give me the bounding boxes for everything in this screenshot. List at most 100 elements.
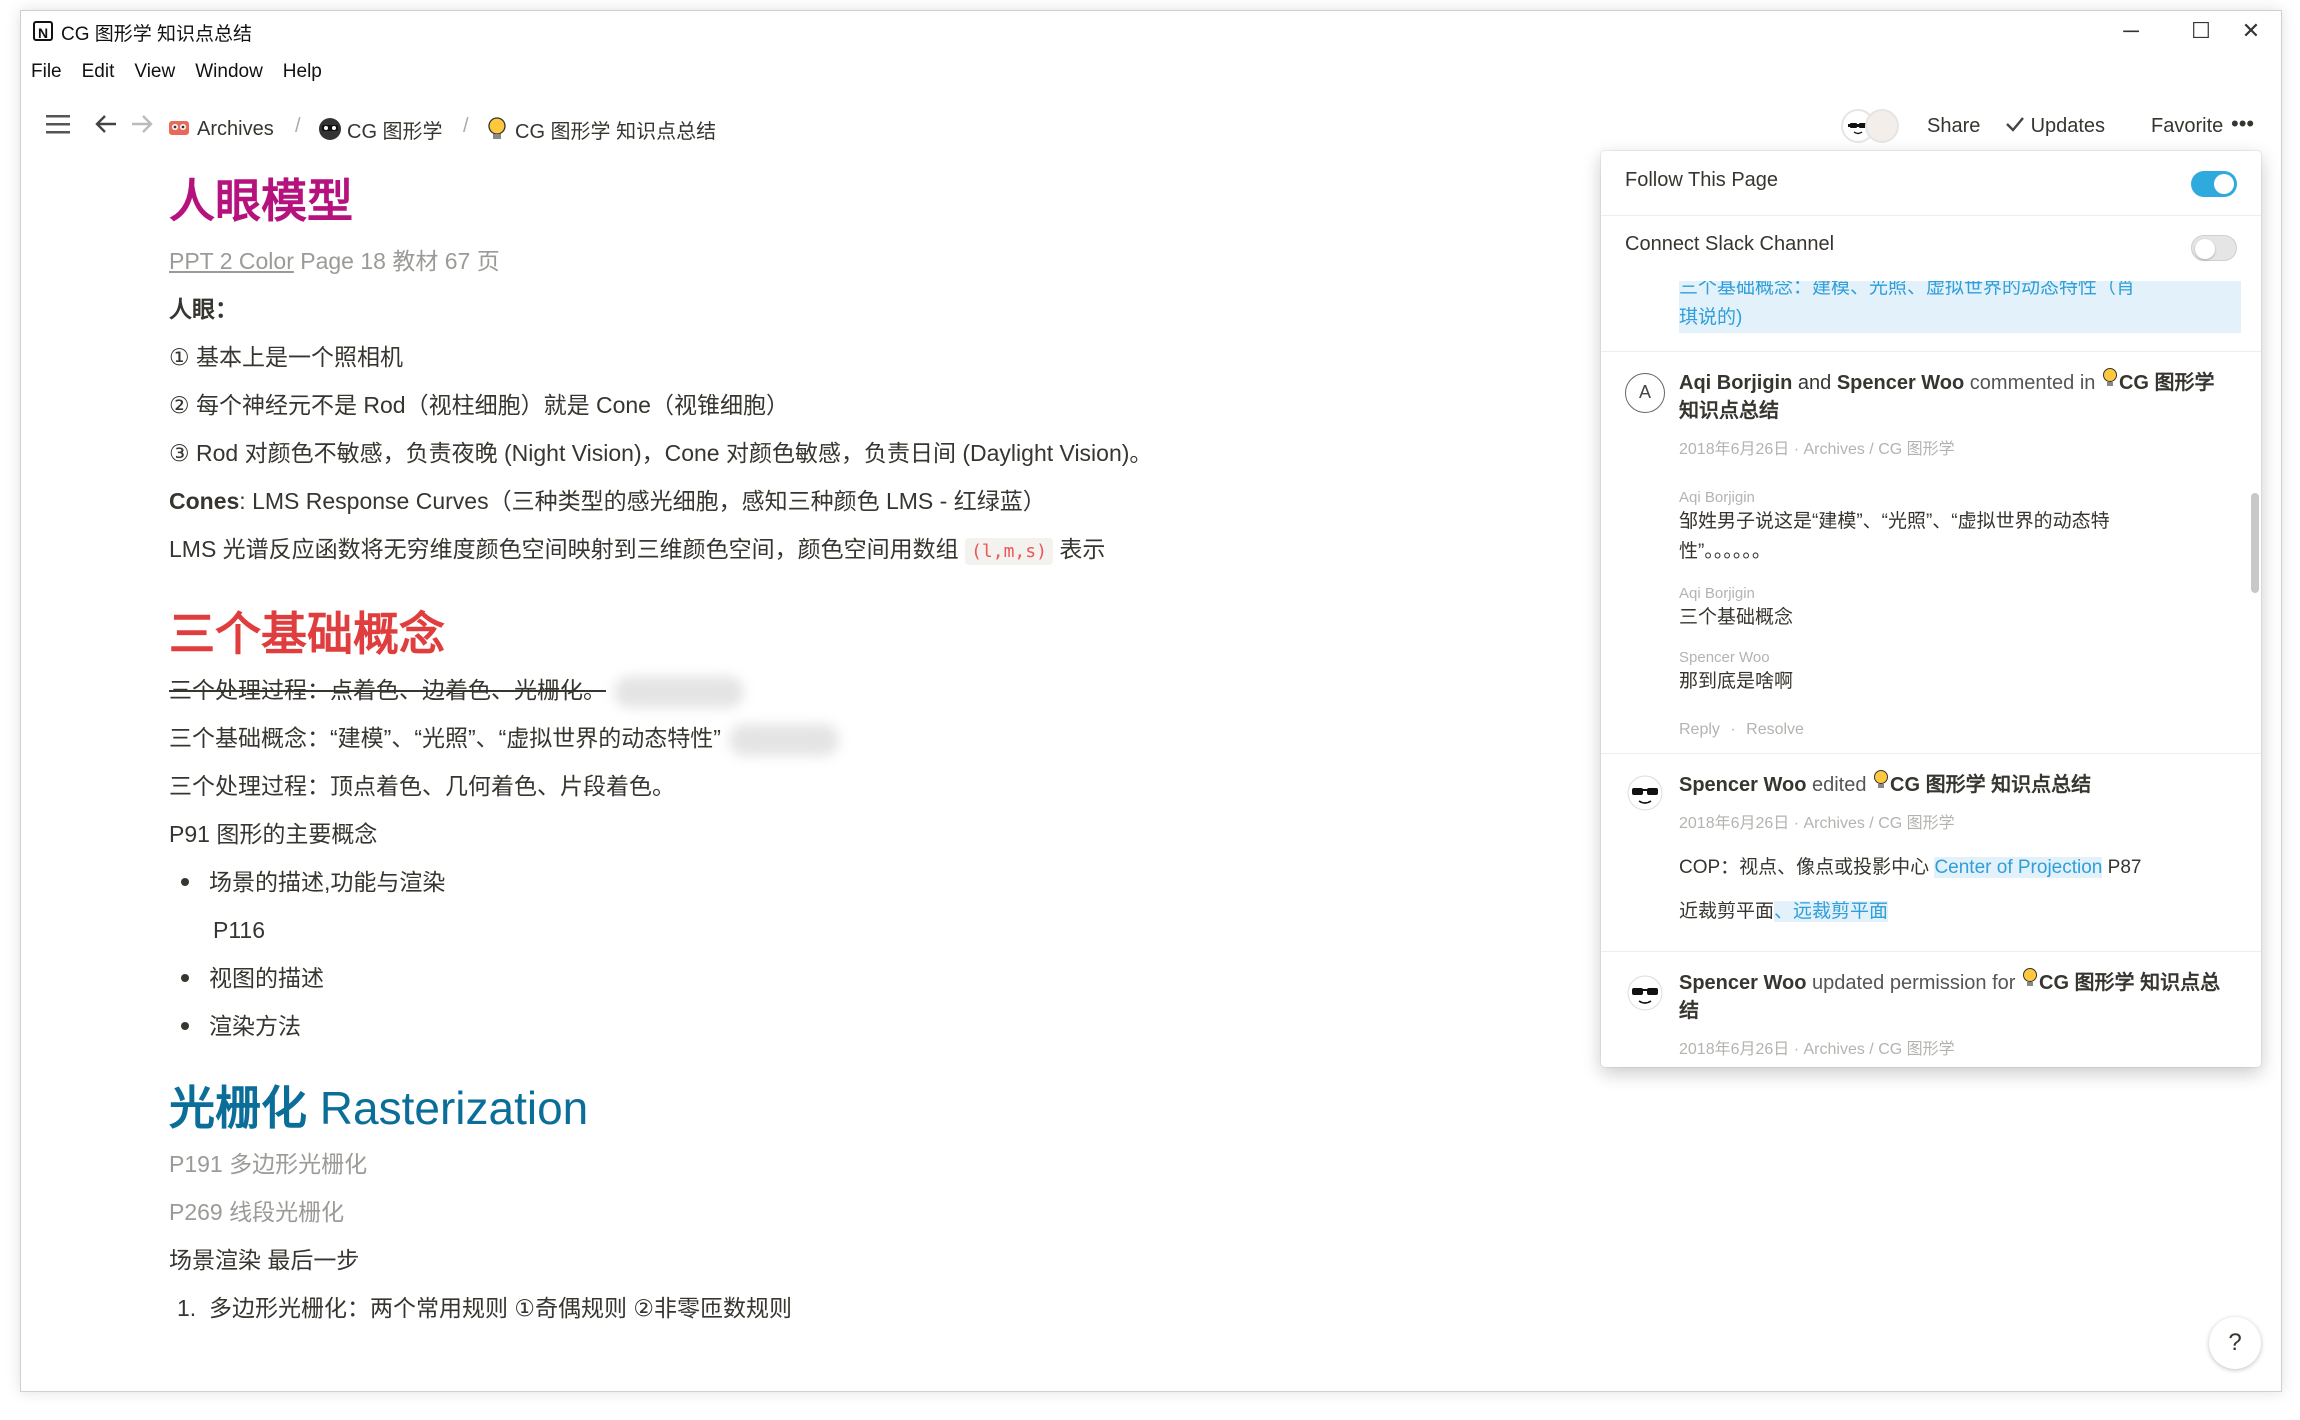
menu-file[interactable]: File — [31, 61, 62, 91]
user-name[interactable]: Aqi Borjigin — [1679, 372, 1792, 394]
feed-scrollbar[interactable] — [2251, 493, 2259, 593]
heading-raster-en: Rasterization — [307, 1082, 589, 1134]
breadcrumb-separator: / — [295, 115, 301, 137]
lms-tail: 表示 — [1052, 536, 1106, 562]
comment-author: Aqi Borjigin — [1679, 489, 1755, 506]
share-button[interactable]: Share — [1927, 115, 1980, 138]
inline-code: (l,m,s) — [965, 538, 1053, 565]
p116-line[interactable]: P116 — [169, 906, 1169, 954]
window-title: CG 图形学 知识点总结 — [61, 24, 253, 45]
concepts-line[interactable]: 三个基础概念：“建模”、“光照”、“虚拟世界的动态特性” — [169, 714, 1169, 762]
spencer-avatar-icon — [1625, 973, 1665, 1013]
entry-meta: 2018年6月26日 · Archives / CG 图形学 — [1679, 441, 1955, 458]
comment-author: Spencer Woo — [1679, 649, 1770, 666]
reference-line[interactable]: PPT 2 Color Page 18 教材 67 页 — [169, 237, 1169, 285]
more-options-icon[interactable]: ••• — [2231, 111, 2254, 137]
cones-rest: : LMS Response Curves（三种类型的感光细胞，感知三种颜色 L… — [239, 488, 1046, 514]
resolve-button[interactable]: Resolve — [1746, 721, 1804, 738]
cones-bold: Cones — [169, 488, 240, 514]
lightbulb-icon — [485, 116, 509, 140]
process-line[interactable]: 三个处理过程：顶点着色、几何着色、片段着色。 — [169, 762, 1169, 810]
forward-arrow-icon[interactable] — [125, 109, 159, 143]
heading-raster-cn: 光栅化 — [169, 1082, 307, 1134]
hamburger-menu-icon[interactable] — [41, 109, 75, 143]
p191-line[interactable]: P191 多边形光栅化 — [169, 1140, 1169, 1188]
comment-text: 那到底是啥啊 — [1679, 671, 1794, 692]
added-text: Center of Projection — [1934, 857, 2103, 878]
updates-button[interactable]: Updates — [2005, 115, 2105, 138]
eye-point-3[interactable]: ③ Rod 对颜色不敏感，负责夜晚 (Night Vision)，Cone 对颜… — [169, 429, 1169, 477]
entry-meta: 2018年6月26日 · Archives / CG 图形学 — [1679, 1041, 1955, 1058]
permission-entry-title: Spencer Woo updated permission for CG 图形… — [1679, 967, 2225, 1025]
heading-three-concepts[interactable]: 三个基础概念 — [169, 604, 1169, 664]
checkmark-icon — [2005, 115, 2025, 137]
app-window: N CG 图形学 知识点总结 ─ ☐ ✕ File Edit View Wind… — [20, 10, 2282, 1392]
heading-rasterization[interactable]: 光栅化 Rasterization — [169, 1078, 1169, 1138]
follow-page-toggle[interactable] — [2191, 171, 2237, 197]
edit-line-2: 近裁剪平面、远裁剪平面 — [1679, 897, 2181, 927]
follow-page-label: Follow This Page — [1625, 169, 1779, 191]
numbered-item-text: 多边形光栅化：两个常用规则 ①奇偶规则 ②非零匝数规则 — [209, 1295, 793, 1321]
menu-help[interactable]: Help — [283, 61, 322, 91]
menu-window[interactable]: Window — [195, 61, 263, 91]
heading-eye-model[interactable]: 人眼模型 — [169, 171, 1169, 231]
favorite-button[interactable]: Favorite — [2151, 115, 2223, 138]
reference-rest: Page 18 教材 67 页 — [293, 248, 500, 274]
bullet-item[interactable]: 场景的描述,功能与渲染 — [169, 858, 1169, 906]
comment-author: Aqi Borjigin — [1679, 585, 1755, 602]
dot-separator: · — [1730, 721, 1736, 738]
edit-entry-title: Spencer Woo edited CG 图形学 知识点总结 — [1679, 769, 2225, 799]
comment-actions: Reply · Resolve — [1679, 721, 1804, 739]
breadcrumb-current-page[interactable]: CG 图形学 知识点总结 — [485, 115, 716, 144]
page-link[interactable]: CG 图形学 知识点总结 — [1890, 774, 2091, 796]
action-text: edited — [1806, 774, 1873, 796]
p91-line[interactable]: P91 图形的主要概念 — [169, 810, 1169, 858]
user-name[interactable]: Spencer Woo — [1837, 372, 1964, 394]
back-arrow-icon[interactable] — [89, 109, 123, 143]
lms-line[interactable]: LMS 光谱反应函数将无穷维度颜色空间映射到三维颜色空间，颜色空间用数组 (l,… — [169, 525, 1169, 576]
robot-face-icon — [317, 116, 341, 140]
eye-point-2[interactable]: ② 每个神经元不是 Rod（视柱细胞）就是 Cone（视锥细胞） — [169, 381, 1169, 429]
close-button[interactable]: ✕ — [2221, 15, 2281, 47]
last-step-line[interactable]: 场景渲染 最后一步 — [169, 1236, 1169, 1284]
user-avatar-aqi[interactable] — [1865, 109, 1899, 143]
spencer-avatar-icon — [1625, 773, 1665, 813]
follow-page-row[interactable]: Follow This Page — [1601, 151, 2261, 216]
bullet-item[interactable]: 视图的描述 — [169, 954, 1169, 1002]
minimize-button[interactable]: ─ — [2101, 15, 2161, 47]
menu-edit[interactable]: Edit — [82, 61, 115, 91]
bullet-item[interactable]: 渲染方法 — [169, 1002, 1169, 1050]
numbered-item[interactable]: 1. 多边形光栅化：两个常用规则 ①奇偶规则 ②非零匝数规则 — [169, 1284, 1169, 1332]
breadcrumb-cg[interactable]: CG 图形学 — [317, 115, 443, 144]
eye-point-1[interactable]: ① 基本上是一个照相机 — [169, 333, 1169, 381]
comment-entry-title: Aqi Borjigin and Spencer Woo commented i… — [1679, 367, 2225, 425]
eye-label[interactable]: 人眼： — [169, 285, 1169, 333]
connect-slack-row[interactable]: Connect Slack Channel — [1601, 215, 2261, 279]
updates-feed[interactable]: 三个基础概念：建模、光照、虚拟世界的动态特性（肖 琪说的) A Aqi Borj… — [1601, 281, 2261, 1067]
user-name[interactable]: Spencer Woo — [1679, 972, 1806, 994]
cones-line[interactable]: Cones: LMS Response Curves（三种类型的感光细胞，感知三… — [169, 477, 1169, 525]
ppt-link[interactable]: PPT 2 Color — [169, 248, 294, 274]
strike-line[interactable]: 三个处理过程：点着色、边着色、光栅化。 — [169, 666, 1169, 714]
bullet-dot — [181, 1022, 189, 1030]
permission-entry: Spencer Woo updated permission for CG 图形… — [1601, 951, 2261, 1067]
breadcrumb-current-label: CG 图形学 知识点总结 — [515, 121, 717, 143]
menu-view[interactable]: View — [134, 61, 175, 91]
help-button[interactable]: ? — [2209, 1317, 2261, 1369]
p269-line[interactable]: P269 线段光栅化 — [169, 1188, 1169, 1236]
partial-bottom-line: 琪说的) — [1679, 303, 2241, 333]
lightbulb-icon — [1872, 770, 1890, 796]
notion-app-icon: N — [33, 21, 53, 41]
breadcrumb-archives[interactable]: Archives — [167, 115, 274, 141]
connect-slack-toggle[interactable] — [2191, 235, 2237, 261]
avatar-letter: A — [1625, 373, 1665, 413]
breadcrumb-cg-label: CG 图形学 — [347, 121, 443, 143]
updates-label: Updates — [2030, 115, 2106, 137]
page-topbar: Archives / CG 图形学 / CG 图形学 知识点总结 Share U… — [21, 101, 2281, 151]
user-name[interactable]: Spencer Woo — [1679, 774, 1806, 796]
lightbulb-icon — [2021, 968, 2039, 994]
reply-button[interactable]: Reply — [1679, 721, 1720, 738]
bullet-dot — [181, 974, 189, 982]
bullet-text: 渲染方法 — [209, 1013, 301, 1039]
comment-text: 三个基础概念 — [1679, 607, 1794, 628]
